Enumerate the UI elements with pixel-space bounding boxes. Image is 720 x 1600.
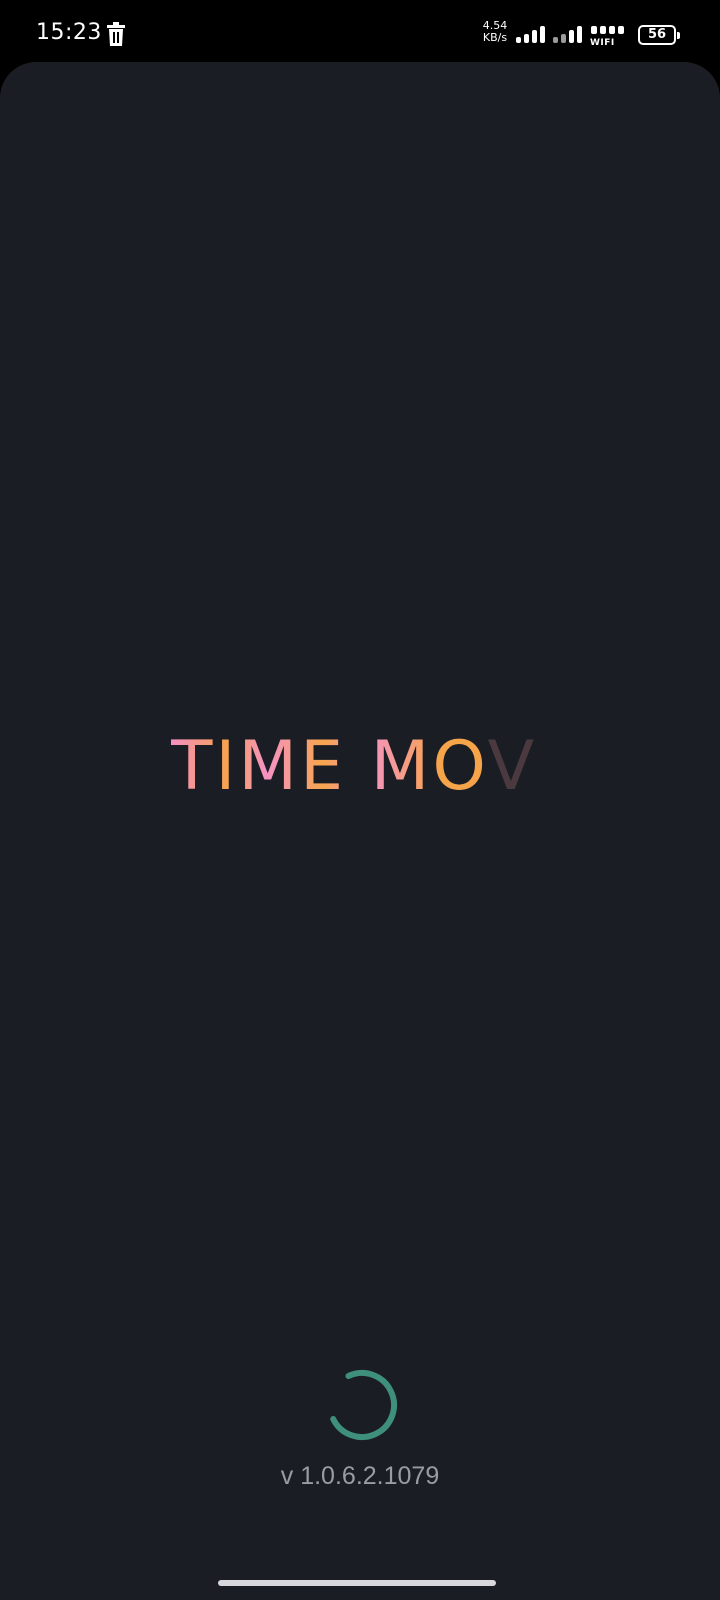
loading-spinner [327, 1370, 397, 1440]
logo-text: TIME MO [170, 727, 488, 806]
wifi-icon: WIFI [590, 24, 630, 48]
battery-icon: 56 [638, 25, 680, 45]
trash-icon [107, 22, 125, 46]
status-time: 15:23 [36, 20, 102, 45]
logo-text-fading: V [487, 727, 538, 806]
net-speed: 4.54 KB/s [480, 20, 510, 44]
app-logo: TIME MOV [0, 722, 720, 812]
signal-icon-secondary [553, 26, 582, 43]
version-label: v 1.0.6.2.1079 [280, 1462, 440, 1490]
status-bar: 15:23 4.54 KB/s WIFI 56 [0, 0, 720, 62]
signal-icon [516, 26, 545, 43]
wifi-label: WIFI [590, 38, 615, 48]
battery-level: 56 [647, 27, 667, 42]
home-indicator[interactable] [218, 1580, 496, 1586]
net-speed-unit: KB/s [482, 31, 508, 44]
